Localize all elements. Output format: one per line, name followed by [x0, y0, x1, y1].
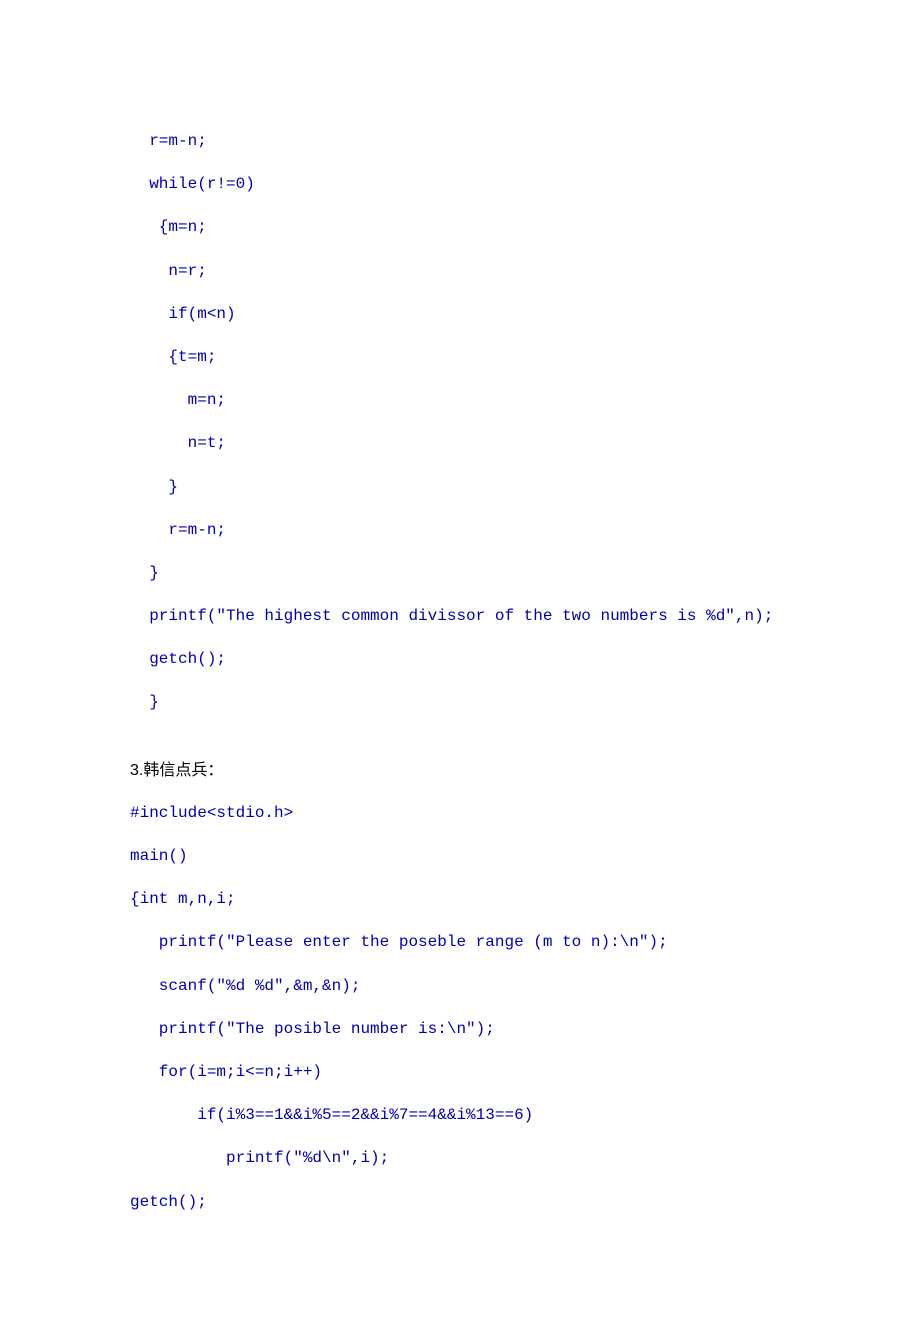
- code-line: #include<stdio.h>: [130, 792, 790, 835]
- code-line: m=n;: [130, 379, 790, 422]
- code-line: printf("%d\n",i);: [130, 1137, 790, 1180]
- code-line: for(i=m;i<=n;i++): [130, 1051, 790, 1094]
- code-line: scanf("%d %d",&m,&n);: [130, 965, 790, 1008]
- code-line: getch();: [130, 1181, 790, 1224]
- code-line: main(): [130, 835, 790, 878]
- section-heading: 3.韩信点兵：: [130, 749, 790, 792]
- code-line: printf("The posible number is:\n");: [130, 1008, 790, 1051]
- code-line: if(i%3==1&&i%5==2&&i%7==4&&i%13==6): [130, 1094, 790, 1137]
- code-line: }: [130, 552, 790, 595]
- code-line: {m=n;: [130, 206, 790, 249]
- code-line: getch();: [130, 638, 790, 681]
- code-line: r=m-n;: [130, 120, 790, 163]
- code-line: {t=m;: [130, 336, 790, 379]
- code-line: }: [130, 681, 790, 724]
- code-block-1: r=m-n; while(r!=0) {m=n; n=r; if(m<n) {t…: [130, 120, 790, 725]
- code-line: if(m<n): [130, 293, 790, 336]
- code-line: printf("The highest common divissor of t…: [130, 595, 790, 638]
- code-line: r=m-n;: [130, 509, 790, 552]
- code-line: n=t;: [130, 422, 790, 465]
- code-block-2: #include<stdio.h> main() {int m,n,i; pri…: [130, 792, 790, 1224]
- code-line: {int m,n,i;: [130, 878, 790, 921]
- code-line: n=r;: [130, 250, 790, 293]
- code-line: }: [130, 466, 790, 509]
- code-line: while(r!=0): [130, 163, 790, 206]
- spacer: [130, 725, 790, 749]
- code-line: printf("Please enter the poseble range (…: [130, 921, 790, 964]
